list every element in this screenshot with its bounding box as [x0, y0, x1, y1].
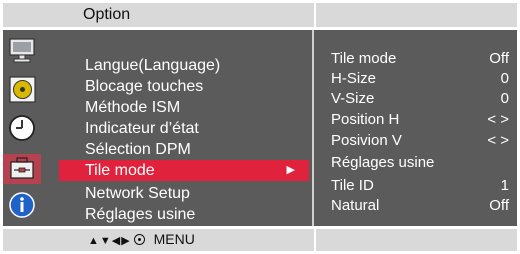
- menu-item-dpm-select[interactable]: Sélection DPM: [59, 139, 309, 160]
- setting-label: Position H: [331, 111, 400, 128]
- monitor-icon[interactable]: [5, 36, 39, 66]
- setting-label: Posivion V: [331, 132, 402, 149]
- category-icons: [3, 30, 43, 226]
- submenu-arrow-icon: ▶: [286, 164, 295, 176]
- audio-disc-icon[interactable]: [5, 75, 39, 105]
- setting-value: 1: [500, 177, 509, 194]
- setting-tile-id[interactable]: Tile ID 1: [331, 176, 513, 196]
- menu-item-label: Sélection DPM: [85, 141, 191, 158]
- footer-bar: ▲▼◀▶ MENU: [3, 229, 517, 251]
- menu-item-label: Tile mode: [85, 162, 155, 179]
- menu-item-ism-method[interactable]: Méthode ISM: [59, 97, 309, 118]
- setting-position-v[interactable]: Posivion V < >: [331, 131, 513, 151]
- menu-item-label: Langue(Language): [85, 57, 221, 74]
- menu-item-factory-reset[interactable]: Réglages usine: [59, 204, 309, 225]
- setting-label: Natural: [331, 197, 380, 214]
- setting-value: Off: [489, 197, 509, 214]
- menu-panel: Langue(Language) Blocage touches Méthode…: [3, 30, 517, 226]
- setting-label: V-Size: [331, 90, 375, 107]
- menu-item-label: Network Setup: [85, 185, 190, 202]
- ok-button-icon: [133, 234, 145, 245]
- clock-icon[interactable]: [5, 113, 39, 143]
- setting-value: 0: [500, 70, 509, 87]
- setting-label: Tile mode: [331, 50, 397, 67]
- setting-h-size[interactable]: H-Size 0: [331, 69, 513, 89]
- setting-tile-mode[interactable]: Tile mode Off: [331, 49, 513, 69]
- footer-divider: [314, 229, 316, 251]
- title-bar: Option: [3, 3, 517, 27]
- setting-position-h[interactable]: Position H < >: [331, 110, 513, 130]
- menu-title: Option: [83, 6, 131, 23]
- menu-item-label: Méthode ISM: [85, 99, 181, 116]
- nav-hint: ▲▼◀▶ MENU: [88, 231, 195, 247]
- tile-mode-settings: Tile mode Off H-Size 0 V-Size 0 Position…: [315, 30, 517, 226]
- toolbox-icon[interactable]: [3, 154, 41, 184]
- option-menu: Langue(Language) Blocage touches Méthode…: [59, 30, 309, 226]
- menu-item-network-setup[interactable]: Network Setup: [59, 183, 309, 204]
- menu-item-tile-mode[interactable]: Tile mode ▶: [59, 160, 309, 181]
- setting-label: H-Size: [331, 70, 377, 87]
- title-divider: [314, 3, 316, 27]
- menu-item-label: Indicateur d’état: [85, 120, 199, 137]
- menu-item-power-indicator[interactable]: Indicateur d’état: [59, 118, 309, 139]
- pane-divider: [312, 30, 314, 226]
- setting-v-size[interactable]: V-Size 0: [331, 89, 513, 109]
- arrow-keys-icon: ▲▼◀▶: [88, 235, 131, 247]
- setting-label: Tile ID: [331, 177, 374, 194]
- menu-hint-label: MENU: [153, 231, 195, 247]
- left-pane: Langue(Language) Blocage touches Méthode…: [3, 30, 311, 226]
- setting-value: < >: [487, 111, 509, 128]
- menu-item-label: Blocage touches: [85, 78, 204, 95]
- setting-natural[interactable]: Natural Off: [331, 196, 513, 216]
- menu-item-language[interactable]: Langue(Language): [59, 55, 309, 76]
- menu-item-label: Réglages usine: [85, 206, 196, 223]
- menu-item-key-lock[interactable]: Blocage touches: [59, 76, 309, 97]
- info-icon[interactable]: [5, 190, 39, 220]
- setting-factory-reset[interactable]: Réglages usine: [331, 153, 513, 173]
- setting-value: < >: [487, 132, 509, 149]
- setting-value: Off: [489, 50, 509, 67]
- osd-window: Option Langue(Language) Blocage touches …: [0, 0, 520, 254]
- setting-value: 0: [500, 90, 509, 107]
- setting-label: Réglages usine: [331, 154, 435, 171]
